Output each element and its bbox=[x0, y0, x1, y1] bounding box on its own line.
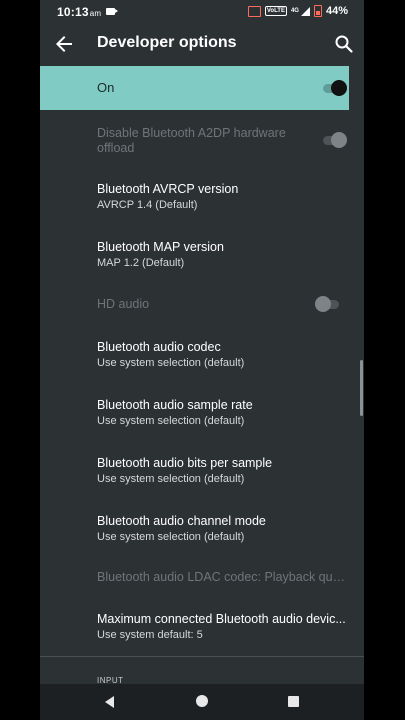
setting-audio-codec[interactable]: Bluetooth audio codec Use system selecti… bbox=[40, 326, 349, 384]
section-divider bbox=[40, 656, 364, 657]
setting-channel-mode[interactable]: Bluetooth audio channel mode Use system … bbox=[40, 500, 349, 558]
status-bar: 10:13am VoLTE 4G 44% bbox=[40, 0, 364, 24]
setting-title: Bluetooth audio LDAC codec: Playback qua… bbox=[97, 570, 349, 584]
setting-map-version[interactable]: Bluetooth MAP version MAP 1.2 (Default) bbox=[40, 226, 349, 284]
setting-audio-sample-rate[interactable]: Bluetooth audio sample rate Use system s… bbox=[40, 384, 349, 442]
phone-screen: 10:13am VoLTE 4G 44% Developer options O… bbox=[40, 0, 364, 720]
setting-title: HD audio bbox=[97, 297, 150, 311]
setting-bits-per-sample[interactable]: Bluetooth audio bits per sample Use syst… bbox=[40, 442, 349, 500]
setting-title: Bluetooth AVRCP version bbox=[97, 182, 239, 196]
volte-badge: VoLTE bbox=[264, 6, 287, 16]
setting-summary: Use system default: 5 bbox=[97, 629, 203, 641]
setting-max-audio-devices[interactable]: Maximum connected Bluetooth audio devic.… bbox=[40, 598, 349, 656]
nav-back-icon[interactable] bbox=[102, 694, 118, 710]
master-toggle[interactable] bbox=[321, 79, 347, 97]
setting-title: Bluetooth audio channel mode bbox=[97, 514, 266, 528]
setting-summary: Use system selection (default) bbox=[97, 473, 245, 485]
navigation-bar bbox=[40, 684, 364, 720]
network-type: 4G bbox=[290, 8, 299, 14]
setting-title: Bluetooth audio sample rate bbox=[97, 398, 253, 412]
setting-title: Bluetooth MAP version bbox=[97, 240, 224, 254]
signal-icon bbox=[300, 6, 310, 16]
status-time: 10:13am bbox=[57, 5, 102, 19]
setting-title-line2: offload bbox=[97, 141, 135, 155]
setting-summary: MAP 1.2 (Default) bbox=[97, 257, 185, 269]
setting-ldac-codec[interactable]: Bluetooth audio LDAC codec: Playback qua… bbox=[40, 558, 349, 598]
cast-icon bbox=[247, 5, 261, 17]
nav-recents-icon[interactable] bbox=[288, 696, 299, 707]
screen-record-icon bbox=[106, 8, 118, 15]
setting-summary: Use system selection (default) bbox=[97, 531, 245, 543]
setting-title: Bluetooth audio codec bbox=[97, 340, 221, 354]
status-icons: VoLTE 4G 44% bbox=[247, 5, 348, 17]
setting-summary: Use system selection (default) bbox=[97, 415, 245, 427]
scrollbar[interactable] bbox=[360, 360, 363, 416]
battery-percent: 44% bbox=[325, 5, 348, 17]
setting-disable-a2dp-offload[interactable]: Disable Bluetooth A2DP hardware offload bbox=[40, 110, 349, 166]
arrow-back-icon[interactable] bbox=[52, 32, 76, 56]
page-title: Developer options bbox=[97, 34, 237, 51]
setting-summary: AVRCP 1.4 (Default) bbox=[97, 199, 198, 211]
setting-hd-audio[interactable]: HD audio bbox=[40, 284, 349, 324]
battery-icon bbox=[313, 5, 322, 17]
nav-home-icon[interactable] bbox=[196, 695, 208, 707]
developer-options-master-switch[interactable]: On bbox=[40, 66, 349, 110]
app-toolbar: Developer options bbox=[40, 24, 364, 64]
setting-summary: Use system selection (default) bbox=[97, 357, 245, 369]
a2dp-offload-toggle[interactable] bbox=[321, 131, 347, 149]
setting-title: Bluetooth audio bits per sample bbox=[97, 456, 273, 470]
master-switch-label: On bbox=[97, 80, 115, 95]
search-icon[interactable] bbox=[332, 32, 356, 56]
hd-audio-toggle[interactable] bbox=[315, 295, 341, 313]
setting-avrcp-version[interactable]: Bluetooth AVRCP version AVRCP 1.4 (Defau… bbox=[40, 168, 349, 226]
setting-title: Disable Bluetooth A2DP hardware bbox=[97, 126, 286, 140]
setting-title: Maximum connected Bluetooth audio devic.… bbox=[97, 612, 346, 626]
